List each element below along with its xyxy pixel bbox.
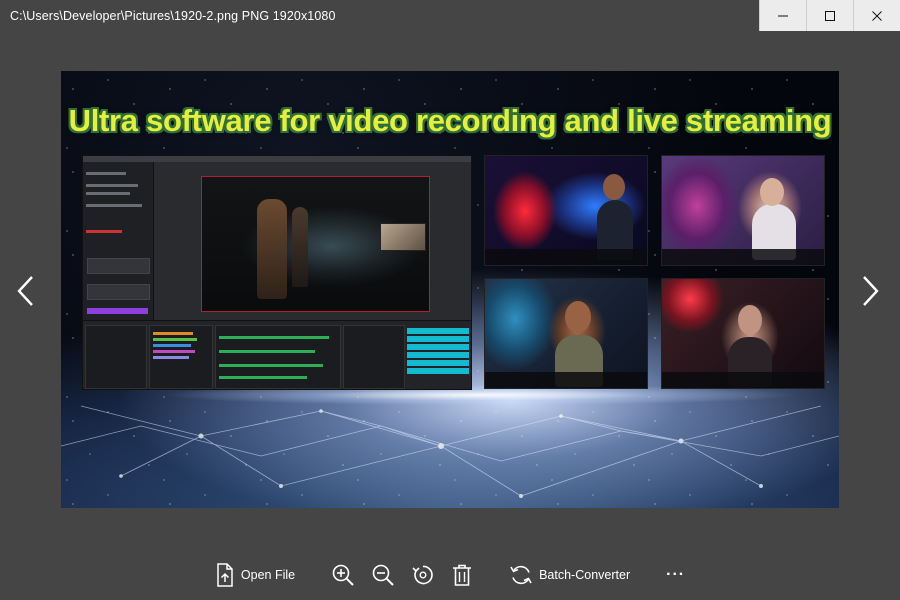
person-head [565, 301, 591, 333]
dock-row [219, 336, 329, 339]
chat-line [86, 184, 138, 187]
dock-row [153, 350, 195, 353]
trash-icon [453, 564, 472, 586]
dock-row [219, 376, 307, 379]
chevron-right-icon [863, 276, 879, 306]
webcam-overlay [380, 223, 426, 251]
maximize-icon [825, 10, 835, 21]
game-character [292, 207, 308, 287]
photo-gamer-4 [661, 278, 825, 389]
minimize-icon [778, 15, 788, 16]
dock-transitions [343, 325, 405, 389]
batch-converter-label: Batch-Converter [539, 568, 631, 582]
chat-line [86, 204, 142, 207]
open-file-label: Open File [240, 568, 296, 582]
title-bar: C:\Users\Developer\Pictures\1920-2.png P… [0, 0, 900, 32]
person-head [603, 174, 625, 200]
zoom-out-button[interactable] [363, 556, 403, 594]
game-character [257, 199, 287, 299]
dock-control [407, 328, 469, 334]
previous-image-button[interactable] [11, 272, 41, 310]
batch-converter-button[interactable]: Batch-Converter [501, 556, 638, 594]
chat-field [87, 284, 150, 300]
more-icon: ··· [666, 566, 686, 583]
chat-line [86, 172, 126, 175]
network-lines [61, 405, 839, 498]
embedded-chat-panel [83, 162, 154, 320]
chat-line [86, 230, 122, 233]
dock-row [153, 338, 197, 341]
zoom-in-button[interactable] [323, 556, 363, 594]
maximize-button[interactable] [806, 0, 853, 31]
embedded-game-preview [201, 176, 430, 312]
chevron-left-icon [17, 276, 33, 306]
zoom-out-icon [372, 564, 394, 586]
more-options-button[interactable]: ··· [652, 556, 693, 594]
photo-gamer-2 [661, 155, 825, 266]
chat-field [87, 258, 150, 274]
next-image-button[interactable] [855, 272, 885, 310]
close-button[interactable] [853, 0, 900, 31]
dock-row [219, 350, 315, 353]
sync-icon [510, 565, 532, 585]
dock-row [219, 364, 323, 367]
rotate-icon [412, 565, 433, 585]
close-icon [872, 10, 882, 21]
open-file-icon [217, 563, 233, 587]
person-head [738, 305, 762, 335]
delete-button[interactable] [443, 556, 481, 594]
embedded-dock [83, 320, 471, 389]
chat-send-bar [87, 308, 148, 314]
photo-gamer-1 [484, 155, 648, 266]
dock-control [407, 344, 469, 350]
person-head [760, 178, 784, 206]
embedded-app-screenshot [82, 155, 472, 390]
dock-control [407, 368, 469, 374]
open-file-button[interactable]: Open File [207, 556, 303, 594]
dock-control [407, 352, 469, 358]
dock-mixer [215, 325, 341, 389]
desk [662, 372, 824, 388]
dock-control [407, 336, 469, 342]
bottom-toolbar: Open File Batch-Converter ··· [0, 556, 900, 594]
dock-row [153, 332, 193, 335]
image-viewer-canvas[interactable]: Ultra software for video recording and l… [61, 71, 839, 508]
dock-row [153, 344, 191, 347]
dock-row [153, 356, 189, 359]
dock-scenes [85, 325, 147, 389]
window-title: C:\Users\Developer\Pictures\1920-2.png P… [10, 9, 336, 23]
minimize-button[interactable] [759, 0, 806, 31]
photo-gamer-3 [484, 278, 648, 389]
dock-sources [149, 325, 213, 389]
banner-title: Ultra software for video recording and l… [68, 103, 832, 138]
window-controls [759, 0, 900, 31]
dock-control [407, 360, 469, 366]
chat-line [86, 192, 130, 195]
desk [662, 249, 824, 265]
desk [485, 249, 647, 265]
zoom-in-icon [332, 564, 354, 586]
desk [485, 372, 647, 388]
rotate-button[interactable] [403, 556, 443, 594]
